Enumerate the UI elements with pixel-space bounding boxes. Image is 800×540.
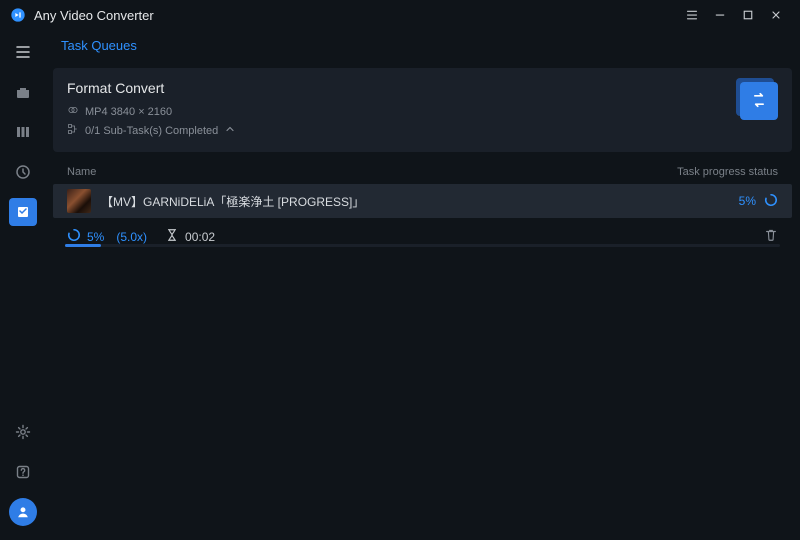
sidebar-item-settings[interactable] (9, 418, 37, 446)
progress-track (65, 244, 780, 247)
tabbar: Task Queues (45, 30, 800, 60)
hourglass-icon (165, 228, 179, 245)
chevron-up-icon (224, 123, 242, 138)
minimize-button[interactable] (706, 3, 734, 27)
list-header: Name Task progress status (53, 160, 792, 184)
task-percent: 5% (739, 194, 756, 208)
maximize-button[interactable] (734, 3, 762, 27)
sidebar-item-library[interactable] (9, 118, 37, 146)
format-row: MP4 3840 × 2160 (67, 104, 778, 119)
sidebar-item-toolbox[interactable] (9, 78, 37, 106)
footer-speed: (5.0x) (116, 230, 147, 244)
sidebar (0, 30, 45, 540)
subtask-label: 0/1 Sub-Task(s) Completed (85, 125, 218, 137)
user-avatar[interactable] (9, 498, 37, 526)
sidebar-item-history[interactable] (9, 158, 37, 186)
format-icon (67, 104, 85, 119)
subtask-icon (67, 123, 85, 138)
main-panel: Task Queues Format Convert MP4 3840 × 21… (45, 30, 800, 540)
tab-task-queues[interactable]: Task Queues (55, 34, 143, 57)
app-logo-icon (10, 7, 26, 23)
convert-icon (749, 90, 769, 113)
close-button[interactable] (762, 3, 790, 27)
task-row[interactable]: 【MV】GARNiDELiA「極楽浄土 [PROGRESS]」 5% (53, 184, 792, 218)
app-title: Any Video Converter (34, 8, 154, 23)
sidebar-item-queue[interactable] (9, 198, 37, 226)
footer-percent: 5% (87, 230, 104, 244)
format-convert-card: Format Convert MP4 3840 × 2160 0/1 Sub-T… (53, 68, 792, 152)
spinner-icon (764, 193, 778, 210)
col-name: Name (67, 166, 96, 178)
spinner-icon (67, 228, 81, 245)
delete-button[interactable] (764, 228, 778, 245)
progress-fill (65, 244, 101, 247)
col-status: Task progress status (677, 166, 778, 178)
titlebar: Any Video Converter (0, 0, 800, 30)
sidebar-toggle[interactable] (9, 38, 37, 66)
sidebar-item-help[interactable] (9, 458, 37, 486)
task-thumbnail (67, 189, 91, 213)
convert-button[interactable] (740, 82, 778, 120)
format-label: MP4 3840 × 2160 (85, 106, 172, 118)
main-menu-button[interactable] (678, 3, 706, 27)
card-title: Format Convert (67, 80, 778, 96)
footer-time: 00:02 (185, 230, 215, 244)
footer-row: 5% (5.0x) 00:02 (53, 218, 792, 245)
subtask-row[interactable]: 0/1 Sub-Task(s) Completed (67, 123, 778, 138)
task-name: 【MV】GARNiDELiA「極楽浄土 [PROGRESS]」 (101, 193, 739, 210)
